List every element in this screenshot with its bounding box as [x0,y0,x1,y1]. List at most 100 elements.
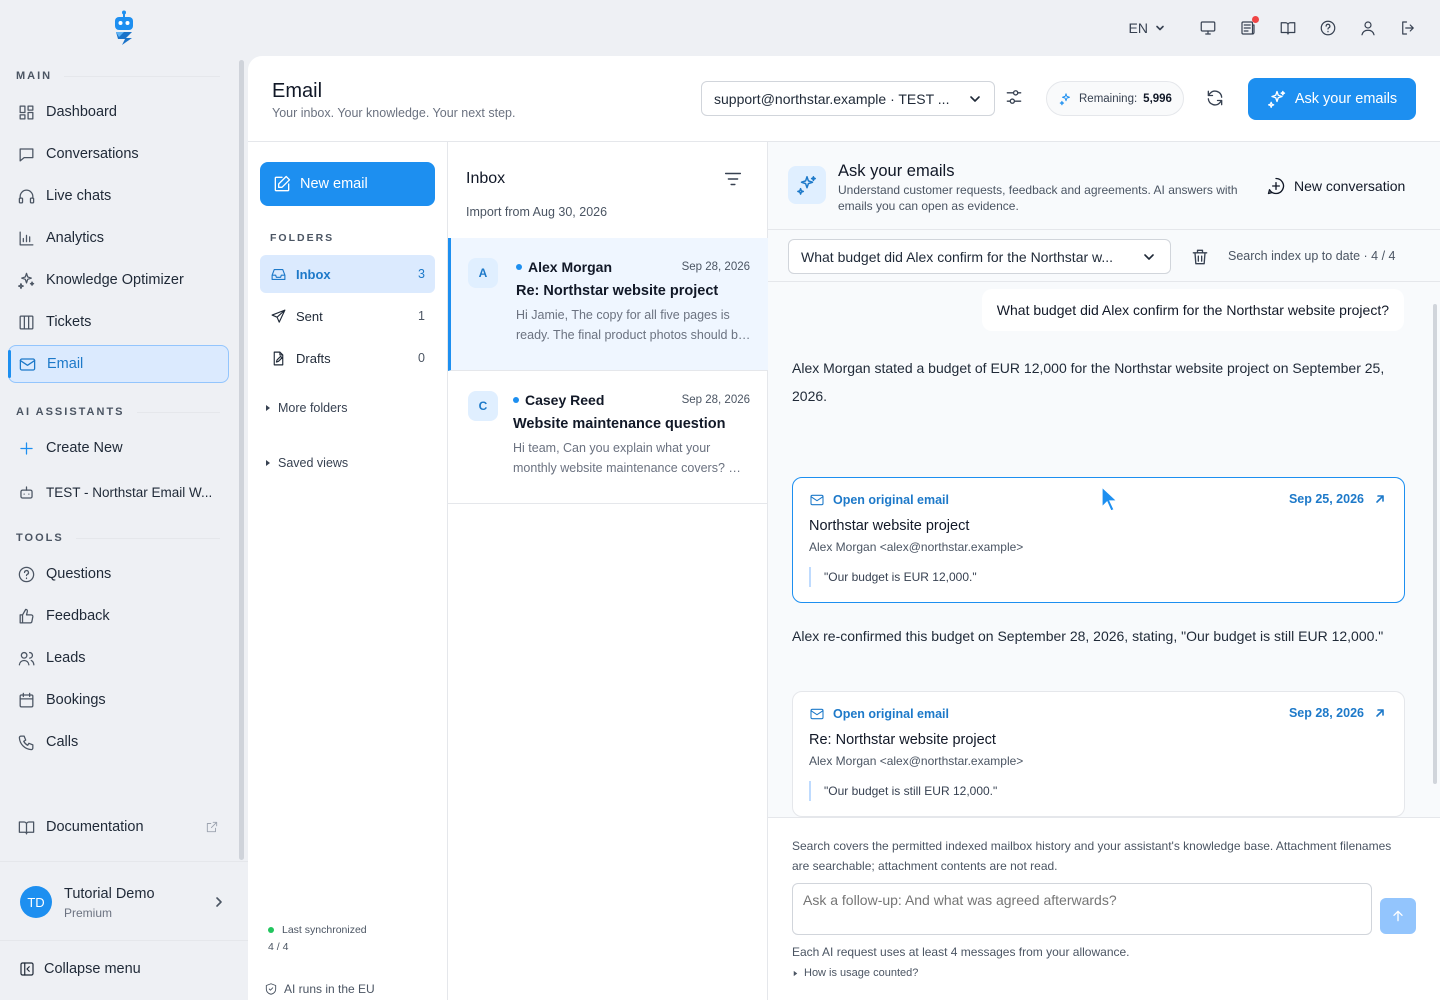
help-button[interactable] [1316,16,1340,40]
folders-label: FOLDERS [270,232,335,244]
sidebar-item-questions[interactable]: Questions [8,555,229,593]
new-conversation-button[interactable]: New conversation [1266,176,1405,196]
send-button[interactable] [1380,898,1416,934]
sidebar-item-knowledge-optimizer[interactable]: Knowledge Optimizer [8,261,229,299]
sidebar-item-analytics[interactable]: Analytics [8,219,229,257]
index-status: Search index up to date · 4 / 4 [1228,249,1396,263]
monitor-icon [1200,21,1216,35]
users-icon [18,651,35,665]
inbox-icon [271,268,286,280]
folder-count: 3 [418,267,425,281]
message-snippet: Hi team, Can you explain what your month… [513,441,747,475]
saved-views-toggle[interactable]: Saved views [264,456,348,470]
new-email-button[interactable]: New email [260,162,435,206]
news-button[interactable] [1236,16,1260,40]
chevron-down-icon [970,95,980,102]
sidebar-item-email[interactable]: Email [8,345,229,383]
usage-toggle[interactable]: How is usage counted? [792,967,918,979]
logout-button[interactable] [1396,16,1420,40]
sidebar-item-label: Analytics [46,230,105,246]
more-folders-label: More folders [278,401,348,415]
sidebar-item-documentation[interactable]: Documentation [8,808,229,846]
folder-drafts[interactable]: Drafts 0 [260,339,435,377]
sidebar-item-label: Leads [46,650,86,666]
chat-icon [19,147,34,161]
sidebar-scrollbar[interactable] [239,60,244,860]
sliders-icon[interactable] [1004,87,1024,107]
open-label: Open original email [833,493,949,507]
search-scope-note: Search covers the permitted indexed mail… [792,839,1392,873]
page-subtitle: Your inbox. Your knowledge. Your next st… [272,106,516,120]
ask-header: Ask your emails Understand customer requ… [768,142,1440,230]
open-label: Open original email [833,707,949,721]
open-original-email-link[interactable]: Open original email [809,492,949,508]
sidebar-item-tickets[interactable]: Tickets [8,303,229,341]
sidebar-item-live-chats[interactable]: Live chats [8,177,229,215]
profile-card[interactable]: TD Tutorial Demo Premium [0,861,248,941]
folder-count: 0 [418,351,425,365]
sidebar-item-feedback[interactable]: Feedback [8,597,229,635]
folders-panel: New email FOLDERS Inbox 3 Sent 1 Drafts … [248,142,448,1000]
list-item[interactable]: A Alex Morgan Sep 28, 2026 Re: Northstar… [448,238,768,371]
chat-scrollbar[interactable] [1433,304,1437,784]
allowance-note: Each AI request uses at least 4 messages… [792,945,1130,959]
question-select[interactable]: What budget did Alex confirm for the Nor… [788,239,1171,274]
more-folders-toggle[interactable]: More folders [264,401,347,415]
section-tools-label: TOOLS [16,532,64,544]
list-item[interactable]: C Casey Reed Sep 28, 2026 Website mainte… [448,371,768,504]
account-select[interactable]: support@northstar.example · TEST ... [701,81,995,116]
ask-panel: Ask your emails Understand customer requ… [768,142,1440,1000]
book-icon [1280,22,1296,35]
sidebar-item-create-new[interactable]: Create New [8,429,229,467]
sender-name: Alex Morgan [528,259,613,275]
docs-button[interactable] [1276,16,1300,40]
chevron-down-icon [1144,253,1154,260]
sidebar-item-conversations[interactable]: Conversations [8,135,229,173]
evidence-card[interactable]: Open original email Sep 25, 2026 Northst… [792,477,1405,603]
folder-inbox[interactable]: Inbox 3 [260,255,435,293]
sidebar-item-leads[interactable]: Leads [8,639,229,677]
question-bar: What budget did Alex confirm for the Nor… [768,230,1440,282]
book-icon [18,820,35,834]
open-original-email-link[interactable]: Open original email [809,706,949,722]
language-select[interactable]: EN [1129,20,1166,36]
filter-icon[interactable] [722,168,744,190]
saved-views-label: Saved views [278,456,349,470]
new-conversation-label: New conversation [1294,178,1406,194]
bot-logo-icon[interactable] [110,10,138,46]
refresh-icon[interactable] [1205,88,1225,108]
message-date: Sep 28, 2026 [681,261,750,273]
sidebar-item-assistant[interactable]: TEST - Northstar Email W... [8,473,229,511]
ask-your-emails-button[interactable]: Ask your emails [1248,78,1416,120]
ask-button-label: Ask your emails [1294,91,1398,107]
evidence-date-label: Sep 25, 2026 [1288,492,1364,506]
sparkles-icon [1059,92,1070,105]
trash-icon[interactable] [1190,247,1210,267]
section-ai-assistants: AI ASSISTANTS [16,406,220,418]
sidebar-item-dashboard[interactable]: Dashboard [8,93,229,131]
message-subject: Website maintenance question [513,416,726,432]
user-icon [1361,21,1375,36]
profile-plan: Premium [64,906,113,920]
folder-sent[interactable]: Sent 1 [260,297,435,335]
sidebar-item-label: Documentation [46,819,144,835]
avatar: TD [20,886,52,918]
columns-icon [19,315,34,329]
profile-button[interactable] [1356,16,1380,40]
sidebar-item-label: Tickets [46,314,92,330]
monitor-button[interactable] [1196,16,1220,40]
folder-label: Inbox [296,266,331,282]
evidence-quote: "Our budget is still EUR 12,000." [809,781,997,801]
sidebar-item-calls[interactable]: Calls [8,723,229,761]
evidence-sender: Alex Morgan <alex@northstar.example> [809,540,1024,554]
question-select-value: What budget did Alex confirm for the Nor… [801,248,1114,265]
message-snippet: Hi Jamie, The copy for all five pages is… [516,308,745,342]
evidence-card[interactable]: Open original email Sep 28, 2026 Re: Nor… [792,691,1405,817]
arrow-up-right-icon [1376,495,1384,503]
account-value: support@northstar.example · TEST ... [714,90,950,107]
collapse-menu-button[interactable]: Collapse menu [18,960,141,978]
evidence-date-label: Sep 28, 2026 [1288,706,1364,720]
follow-up-input[interactable] [792,883,1372,935]
sidebar-item-bookings[interactable]: Bookings [8,681,229,719]
sidebar-item-label: Knowledge Optimizer [46,272,184,288]
